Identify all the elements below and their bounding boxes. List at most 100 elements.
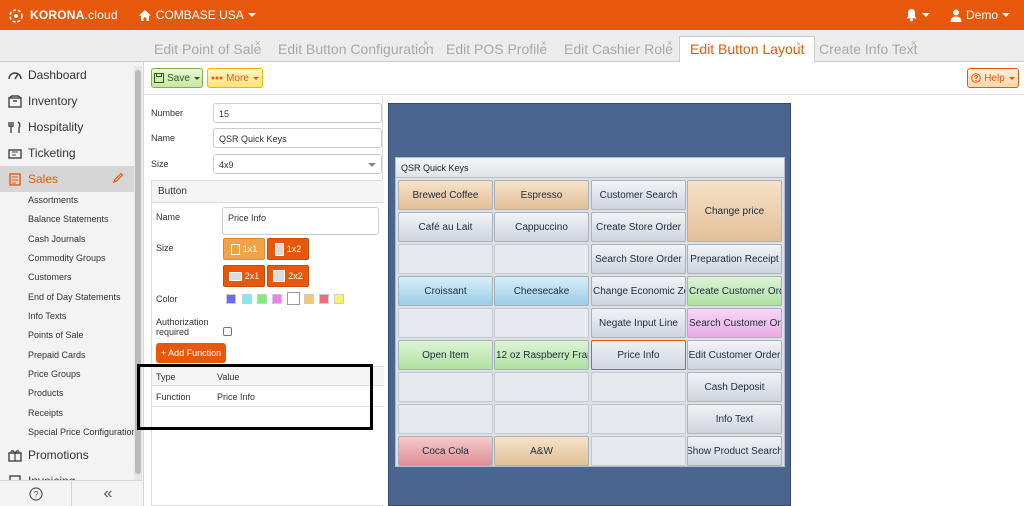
key-brewed-coffee[interactable]: Brewed Coffee	[398, 180, 493, 210]
key-empty-slot[interactable]	[591, 436, 686, 466]
tab-edit-button-layout[interactable]: Edit Button Layout ×	[679, 36, 816, 63]
sidebar-item-ticketing[interactable]: Ticketing	[0, 140, 134, 166]
key-a-and-w[interactable]: A&W	[494, 436, 589, 466]
key-empty-slot[interactable]	[591, 372, 686, 402]
color-swatch-white[interactable]	[287, 292, 300, 305]
key-empty-slot[interactable]	[398, 244, 493, 274]
notifications-button[interactable]	[905, 8, 930, 22]
page-scrollbar[interactable]	[1018, 96, 1024, 506]
key-change-economic-zone[interactable]: Change Economic Zone	[591, 276, 686, 306]
size-2x2-button[interactable]: 2x2	[267, 265, 309, 287]
sidebar-sub-special-price-configurations[interactable]: Special Price Configurations	[28, 427, 141, 437]
color-swatch-green[interactable]	[257, 294, 267, 304]
key-cappuccino[interactable]: Cappuccino	[494, 212, 589, 242]
key-info-text[interactable]: Info Text	[687, 404, 782, 434]
size-2x1-button[interactable]: 2x1	[223, 265, 265, 287]
name-field[interactable]: QSR Quick Keys	[213, 128, 382, 148]
sidebar-item-dashboard[interactable]: Dashboard	[0, 62, 134, 88]
close-icon[interactable]: ×	[796, 39, 801, 49]
key-cash-deposit[interactable]: Cash Deposit	[687, 372, 782, 402]
sidebar-footer: ? «	[0, 480, 143, 506]
sidebar-item-promotions[interactable]: Promotions	[0, 442, 134, 468]
key-cafe-au-lait[interactable]: Café au Lait	[398, 212, 493, 242]
sidebar-sub-prepaid-cards[interactable]: Prepaid Cards	[28, 350, 86, 360]
size-1x2-button[interactable]: 1x2	[267, 238, 309, 260]
close-icon[interactable]: ×	[541, 38, 546, 48]
tab-edit-button-configuration[interactable]: Edit Button Configuration ×	[278, 36, 434, 62]
size-1x1-button[interactable]: 1x1	[223, 238, 265, 260]
help-circle-icon[interactable]: ?	[0, 481, 72, 506]
color-swatch-red[interactable]	[319, 294, 329, 304]
key-negate-input-line[interactable]: Negate Input Line	[591, 308, 686, 338]
number-field[interactable]: 15	[213, 103, 382, 123]
color-swatch-blue[interactable]	[226, 294, 236, 304]
close-icon[interactable]: ×	[667, 38, 672, 48]
add-function-button[interactable]: + Add Function	[156, 343, 226, 363]
sidebar-item-sales[interactable]: Sales	[0, 166, 134, 192]
more-button[interactable]: More	[207, 68, 263, 88]
close-icon[interactable]: ×	[911, 38, 916, 48]
sidebar-sub-info-texts[interactable]: Info Texts	[28, 311, 66, 321]
sidebar-sub-products[interactable]: Products	[28, 388, 64, 398]
key-open-item[interactable]: Open Item	[398, 340, 493, 370]
save-button[interactable]: Save	[151, 68, 203, 88]
color-swatch-cyan[interactable]	[242, 294, 252, 304]
tab-label: Edit Point of Sale	[154, 41, 262, 57]
key-empty-slot[interactable]	[494, 308, 589, 338]
close-icon[interactable]: ×	[255, 38, 260, 48]
key-empty-slot[interactable]	[398, 372, 493, 402]
store-selector[interactable]: COMBASE USA	[138, 8, 256, 22]
key-empty-slot[interactable]	[494, 244, 589, 274]
key-change-price[interactable]: Change price	[687, 180, 782, 242]
color-swatch-magenta[interactable]	[272, 294, 282, 304]
sidebar-sub-commodity-groups[interactable]: Commodity Groups	[28, 253, 106, 263]
key-espresso[interactable]: Espresso	[494, 180, 589, 210]
sidebar-scrollbar-thumb[interactable]	[135, 70, 141, 474]
key-show-product-search[interactable]: Show Product Search	[687, 436, 782, 466]
sidebar-sub-price-groups[interactable]: Price Groups	[28, 369, 81, 379]
button-name-label: Name	[156, 212, 181, 222]
authorization-required-checkbox[interactable]	[223, 327, 232, 336]
button-name-field[interactable]: Price Info	[222, 207, 379, 235]
pencil-icon[interactable]	[112, 172, 124, 184]
sidebar-sub-cash-journals[interactable]: Cash Journals	[28, 234, 86, 244]
key-preparation-receipt[interactable]: Preparation Receipt	[687, 244, 782, 274]
key-empty-slot[interactable]	[494, 372, 589, 402]
color-swatch-yellow[interactable]	[334, 294, 344, 304]
key-search-store-order[interactable]: Search Store Order	[591, 244, 686, 274]
color-swatch-orange[interactable]	[304, 294, 314, 304]
help-button[interactable]: Help	[967, 68, 1019, 88]
key-create-store-order[interactable]: Create Store Order	[591, 212, 686, 242]
sidebar-sub-points-of-sale[interactable]: Points of Sale	[28, 330, 84, 340]
key-price-info-selected[interactable]: Price Info	[591, 340, 686, 370]
key-search-customer-order[interactable]: Search Customer Order	[687, 308, 782, 338]
key-edit-customer-order[interactable]: Edit Customer Order	[687, 340, 782, 370]
sidebar-sub-assortments[interactable]: Assortments	[28, 195, 78, 205]
korona-logo[interactable]: KORONA .cloud	[6, 6, 118, 24]
key-empty-slot[interactable]	[398, 308, 493, 338]
key-empty-slot[interactable]	[591, 404, 686, 434]
sidebar-item-inventory[interactable]: Inventory	[0, 88, 134, 114]
key-cheesecake[interactable]: Cheesecake	[494, 276, 589, 306]
key-coca-cola[interactable]: Coca Cola	[398, 436, 493, 466]
key-empty-slot[interactable]	[398, 404, 493, 434]
key-empty-slot[interactable]	[494, 404, 589, 434]
tab-edit-cashier-role[interactable]: Edit Cashier Role ×	[564, 36, 673, 62]
key-create-customer-order[interactable]: Create Customer Order	[687, 276, 782, 306]
sidebar-sub-balance-statements[interactable]: Balance Statements	[28, 214, 109, 224]
tab-create-info-text[interactable]: Create Info Text ×	[819, 36, 918, 62]
table-row[interactable]: Function Price Info	[152, 386, 384, 407]
user-menu[interactable]: Demo	[950, 8, 1010, 22]
sidebar-sub-customers[interactable]: Customers	[28, 272, 72, 282]
sidebar-sub-receipts[interactable]: Receipts	[28, 408, 63, 418]
key-raspberry-frappe[interactable]: 12 oz Raspberry Frappé	[494, 340, 589, 370]
sidebar-sub-end-of-day-statements[interactable]: End of Day Statements	[28, 292, 121, 302]
tab-edit-pos-profile[interactable]: Edit POS Profile ×	[446, 36, 547, 62]
close-icon[interactable]: ×	[423, 38, 428, 48]
key-customer-search[interactable]: Customer Search	[591, 180, 686, 210]
size-select[interactable]: 4x9	[213, 154, 382, 174]
sidebar-item-hospitality[interactable]: Hospitality	[0, 114, 134, 140]
tab-edit-point-of-sale[interactable]: Edit Point of Sale ×	[154, 36, 261, 62]
key-croissant[interactable]: Croissant	[398, 276, 493, 306]
collapse-sidebar-icon[interactable]: «	[72, 481, 143, 506]
